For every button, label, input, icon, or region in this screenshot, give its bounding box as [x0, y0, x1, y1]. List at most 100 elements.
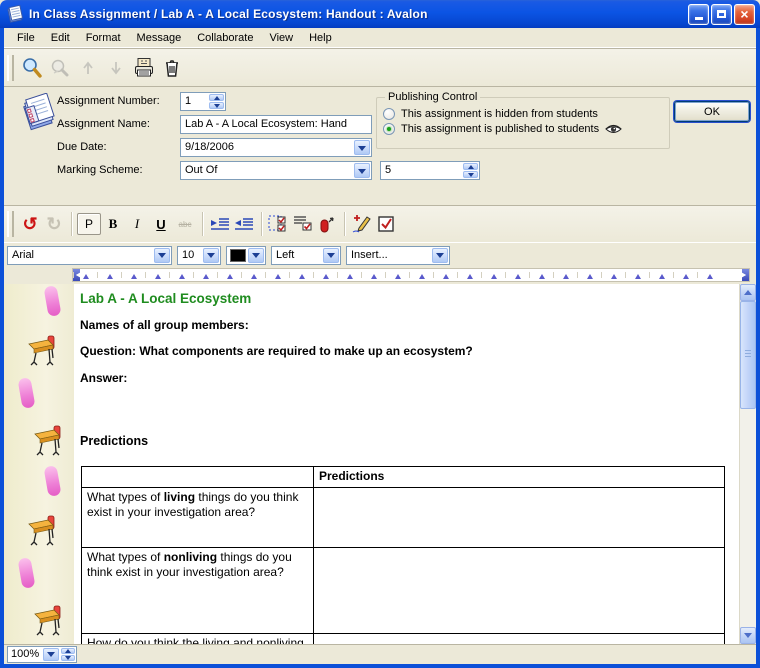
toolbar-grip[interactable]: [7, 211, 14, 237]
chevron-down-icon[interactable]: [203, 248, 219, 263]
vertical-scrollbar[interactable]: [739, 284, 756, 644]
radio-published-icon[interactable]: [383, 123, 395, 135]
multi-answer-icon[interactable]: [267, 212, 291, 236]
out-of-up-icon[interactable]: [463, 163, 478, 170]
ok-button[interactable]: OK: [674, 101, 750, 122]
font-color-dropdown[interactable]: [226, 246, 266, 265]
school-desk-decoration: [4, 509, 74, 554]
checked-box-icon[interactable]: [374, 212, 398, 236]
assignment-number-label: Assignment Number:: [57, 95, 160, 107]
ruler-tick: [673, 269, 697, 281]
marking-scheme-dropdown[interactable]: Out Of: [180, 161, 372, 180]
scroll-up-icon[interactable]: [740, 284, 756, 301]
ruler-tick: [217, 269, 241, 281]
doc-names-line: Names of all group members:: [80, 318, 249, 332]
toolbar-separator: [71, 212, 72, 236]
ruler[interactable]: [72, 268, 750, 282]
indent-icon[interactable]: [208, 212, 232, 236]
out-of-down-icon[interactable]: [463, 171, 478, 178]
number-up-icon[interactable]: [209, 94, 224, 101]
publishing-control-group: Publishing Control This assignment is hi…: [376, 91, 670, 149]
published-option-row[interactable]: This assignment is published to students: [383, 123, 663, 135]
window-body: File Edit Format Message Collaborate Vie…: [0, 28, 760, 668]
document-area: Lab A - A Local Ecosystem Names of all g…: [4, 284, 756, 644]
menu-message[interactable]: Message: [130, 30, 189, 46]
menu-view[interactable]: View: [262, 30, 300, 46]
menu-collaborate[interactable]: Collaborate: [190, 30, 260, 46]
toolbar-separator: [261, 212, 262, 236]
ruler-tick: [553, 269, 577, 281]
document-content[interactable]: Lab A - A Local Ecosystem Names of all g…: [74, 284, 739, 644]
ruler-tick: [625, 269, 649, 281]
chevron-down-icon[interactable]: [432, 248, 448, 263]
scrollbar-thumb[interactable]: [740, 301, 756, 409]
ruler-tick: [361, 269, 385, 281]
question-cell: What types of nonliving things do you th…: [82, 547, 314, 633]
doc-section-heading: Predictions: [80, 434, 148, 448]
maximize-button[interactable]: [711, 4, 732, 25]
strikethrough-button[interactable]: abc: [173, 212, 197, 236]
zoom-down-icon[interactable]: [61, 655, 75, 661]
font-size-dropdown[interactable]: 10: [177, 246, 221, 265]
eye-icon: [605, 123, 622, 135]
font-name-dropdown[interactable]: Arial: [7, 246, 172, 265]
answer-cell[interactable]: [314, 487, 725, 547]
next-arrow-icon[interactable]: [102, 54, 130, 82]
assignment-number-stepper[interactable]: 1: [180, 92, 226, 111]
list-answer-icon[interactable]: [291, 212, 315, 236]
underline-button[interactable]: U: [149, 212, 173, 236]
scrollbar-track[interactable]: [740, 301, 756, 627]
due-date-dropdown[interactable]: 9/18/2006: [180, 138, 372, 157]
statusbar: 100%: [4, 644, 756, 663]
close-button[interactable]: ×: [734, 4, 755, 25]
outdent-icon[interactable]: [232, 212, 256, 236]
chevron-down-icon[interactable]: [323, 248, 339, 263]
close-icon: ×: [740, 7, 748, 21]
chevron-down-icon[interactable]: [248, 248, 264, 263]
zoom-up-icon[interactable]: [61, 648, 75, 654]
print-icon[interactable]: [130, 54, 158, 82]
pink-eraser-decoration: [4, 464, 74, 509]
search-edit-icon[interactable]: [46, 54, 74, 82]
bold-button[interactable]: B: [101, 212, 125, 236]
menubar: File Edit Format Message Collaborate Vie…: [4, 28, 756, 48]
trash-icon[interactable]: [158, 54, 186, 82]
minimize-button[interactable]: [688, 4, 709, 25]
school-desk-decoration: [4, 329, 74, 374]
zoom-control[interactable]: 100%: [7, 646, 77, 663]
menu-file[interactable]: File: [10, 30, 42, 46]
paragraph-style-button[interactable]: P: [77, 213, 101, 235]
marking-out-of-stepper[interactable]: 5: [380, 161, 480, 180]
chevron-down-icon[interactable]: [154, 248, 170, 263]
menu-format[interactable]: Format: [79, 30, 128, 46]
pink-eraser-icon: [43, 285, 61, 317]
chevron-down-icon[interactable]: [43, 648, 59, 661]
header-cell-predictions: Predictions: [314, 467, 725, 488]
redo-icon[interactable]: ↻: [42, 212, 66, 236]
answer-cell[interactable]: [314, 547, 725, 633]
ruler-tick: [601, 269, 625, 281]
number-down-icon[interactable]: [209, 102, 224, 109]
answer-cell[interactable]: [314, 633, 725, 644]
radio-hidden-icon[interactable]: [383, 108, 395, 120]
zoom-icon[interactable]: [18, 54, 46, 82]
desk-icon: [34, 605, 64, 637]
titlebar[interactable]: In Class Assignment / Lab A - A Local Ec…: [0, 0, 760, 28]
alignment-dropdown[interactable]: Left: [271, 246, 341, 265]
italic-button[interactable]: I: [125, 212, 149, 236]
insert-dropdown[interactable]: Insert...: [346, 246, 450, 265]
toolbar-grip[interactable]: [7, 55, 14, 81]
chevron-down-icon[interactable]: [354, 163, 370, 178]
undo-icon[interactable]: ↺: [18, 212, 42, 236]
menu-help[interactable]: Help: [302, 30, 339, 46]
menu-edit[interactable]: Edit: [44, 30, 77, 46]
assignment-name-field[interactable]: Lab A - A Local Ecosystem: Hand: [180, 115, 372, 134]
recorded-answer-icon[interactable]: [315, 212, 339, 236]
add-annotation-icon[interactable]: [350, 212, 374, 236]
scroll-down-icon[interactable]: [740, 627, 756, 644]
alignment-value: Left: [272, 247, 322, 264]
chevron-down-icon[interactable]: [354, 140, 370, 155]
ruler-right-margin-marker[interactable]: [742, 269, 749, 281]
hidden-option-row[interactable]: This assignment is hidden from students: [383, 108, 663, 120]
prev-arrow-icon[interactable]: [74, 54, 102, 82]
